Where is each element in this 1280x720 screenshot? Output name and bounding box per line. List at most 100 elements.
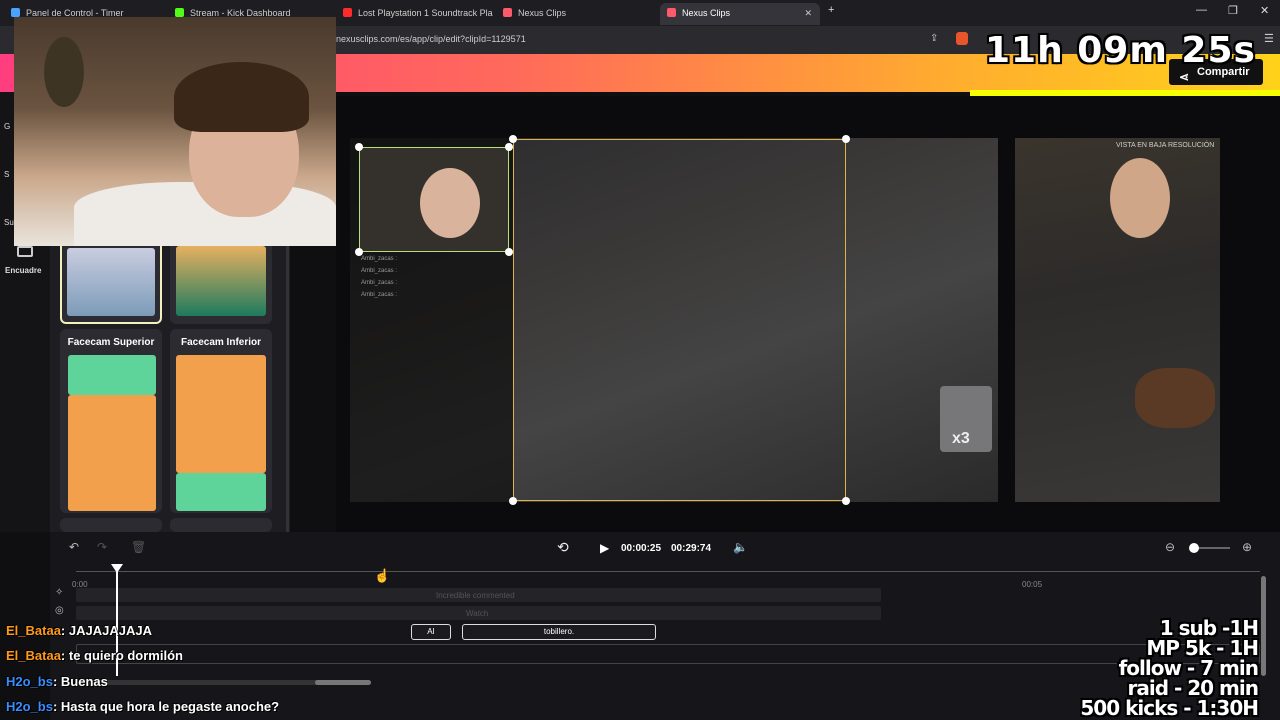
nexus-favicon-icon [503,8,512,17]
rail-item-label[interactable]: G [4,122,10,131]
redo-icon[interactable]: ↷ [97,540,107,554]
vertical-preview [1015,138,1220,502]
goal-line: 500 kicks - 1:30H [1080,696,1259,720]
layout-thumbnail [176,246,266,316]
layout-card-selected[interactable] [60,240,162,324]
video-camera-icon[interactable] [17,246,33,257]
crop-handle[interactable] [509,497,517,505]
total-time: 00:29:74 [671,543,712,554]
menu-icon[interactable]: ☰ [1264,32,1274,45]
preview-dog [1135,368,1215,428]
tab-label: Lost Playstation 1 Soundtrack Pla [358,8,493,18]
tab-youtube-soundtrack[interactable]: Lost Playstation 1 Soundtrack Pla [336,3,496,25]
mouse-cursor-icon: ☝ [374,568,391,583]
timeline-panel [50,532,1280,720]
track-label: Incredible commented [436,591,515,600]
timeline-ruler[interactable] [76,571,1260,572]
crop-handle[interactable] [505,248,513,256]
panel-scrollbar[interactable] [286,212,289,532]
chat-text: : Buenas [52,674,108,689]
close-tab-icon[interactable]: ✕ [804,3,812,23]
chat-text: : JAJAJAJAJA [60,623,152,638]
layout-card-facecam-bottom[interactable]: Facecam Inferior [170,329,272,513]
facecam-crop-box[interactable] [359,147,509,252]
crop-handle[interactable] [509,135,517,143]
facecam-thumbnail [176,473,266,511]
layout-thumbnail [67,248,155,316]
timeline-hscroll-thumb[interactable] [315,680,371,685]
subtitle-segment[interactable]: tobillero. [462,624,656,640]
layout-card-facecam-top[interactable]: Facecam Superior [60,329,162,513]
pineapple-decor [44,37,84,107]
layout-card[interactable] [170,240,272,324]
current-time: 00:00:25 [621,543,662,554]
chat-user: El_Bataa [6,648,61,663]
video-track[interactable] [76,644,1260,664]
url-field[interactable]: nexusclips.com/es/app/clip/edit?clipId=1… [336,34,526,44]
facecam-thumbnail [68,355,156,395]
timeline-vscroll[interactable] [1261,576,1266,676]
nexus-favicon-icon [667,8,676,17]
chat-message: H2o_bs: Buenas [6,674,108,689]
play-button[interactable]: ▶ [600,541,609,555]
brave-shield-icon[interactable] [956,32,968,45]
facecam-face [420,168,480,238]
crop-handle[interactable] [842,135,850,143]
tab-nexus-clips[interactable]: Nexus Clips [496,3,656,25]
tab-nexus-clips-active[interactable]: Nexus Clips ✕ [660,3,820,25]
crop-handle[interactable] [355,248,363,256]
close-window-button[interactable]: ✕ [1260,4,1269,17]
mini-chat-line: Ambi_zacas : [361,280,398,286]
chat-message: El_Bataa: te quiero dormilón [6,648,183,663]
timer-favicon-icon [11,8,20,17]
preview-face [1110,158,1170,238]
zoom-out-icon[interactable]: ⊖ [1165,540,1175,554]
streamer-webcam [14,17,336,246]
crop-handle[interactable] [505,143,513,151]
tab-label: Nexus Clips [682,8,731,18]
rail-item-label[interactable]: S [4,170,9,179]
chat-text: : Hasta que hora le pegaste anoche? [52,699,280,714]
new-tab-button[interactable]: + [828,4,834,16]
share-page-icon[interactable]: ⇪ [930,33,938,44]
gameplay-thumbnail [68,395,156,511]
youtube-favicon-icon [343,8,352,17]
layout-title: Facecam Inferior [180,337,262,348]
sticker-track-icon: ◎ [55,605,64,616]
undo-icon[interactable]: ↶ [69,540,79,554]
chat-user: H2o_bs [6,699,53,714]
chat-text: : te quiero dormilón [60,648,183,663]
volume-icon[interactable]: 🔈 [733,540,748,554]
main-crop-box[interactable] [513,139,846,501]
rail-item-encuadre[interactable]: Encuadre [5,266,41,275]
minimize-button[interactable]: — [1196,4,1207,16]
kick-favicon-icon [175,8,184,17]
maximize-button[interactable]: ❐ [1228,4,1238,17]
layout-card[interactable] [60,518,162,532]
replay-icon[interactable]: ⟲ [557,539,569,556]
sticker-text: x3 [952,430,970,447]
mini-chat-line: Ambi_zacas : [361,292,398,298]
chat-message: El_Bataa: JAJAJAJAJA [6,623,152,638]
gameplay-thumbnail [176,355,266,473]
webcam-hair [174,62,309,132]
zoom-in-icon[interactable]: ⊕ [1242,540,1252,554]
mini-chat-line: Ambi_zacas : [361,268,398,274]
layout-card[interactable] [170,518,272,532]
effects-track-icon: ✧ [55,587,64,598]
tick-label: 00:05 [1022,580,1043,589]
crop-handle[interactable] [842,497,850,505]
subtitle-segment[interactable]: AI [411,624,451,640]
delete-icon[interactable]: 🗑 [131,540,146,554]
chat-user: El_Bataa [6,623,61,638]
low-res-badge: VISTA EN BAJA RESOLUCIÓN [1116,142,1215,149]
zoom-slider-handle[interactable] [1189,543,1199,553]
chat-message: H2o_bs: Hasta que hora le pegaste anoche… [6,699,279,714]
layout-title: Facecam Superior [67,337,155,348]
tab-label: Nexus Clips [518,8,567,18]
stream-timer: 11h 09m 25s [985,30,1256,71]
mini-chat-line: Ambi_zacas : [361,256,398,262]
track-label: Watch [466,609,489,618]
crop-handle[interactable] [355,143,363,151]
rail-item-label[interactable]: Su [4,218,14,227]
